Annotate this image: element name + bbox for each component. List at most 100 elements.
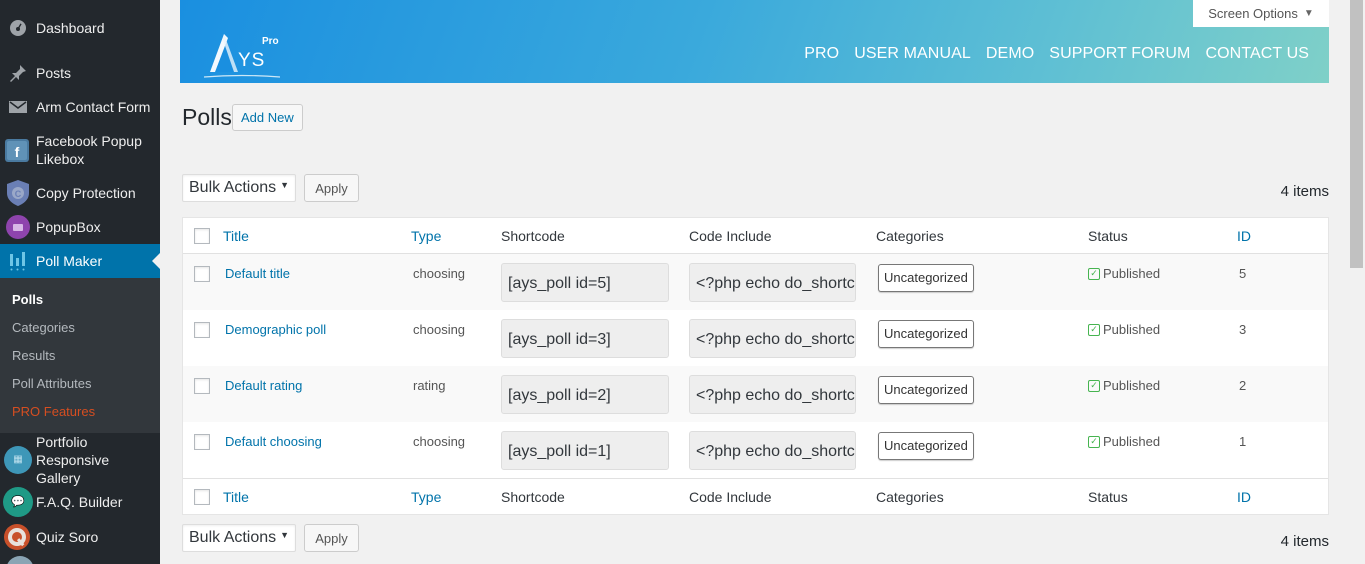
- code-include-field[interactable]: <?php echo do_shortcode('[ays_poll id=5]…: [689, 263, 856, 302]
- banner-nav: PRO USER MANUAL DEMO SUPPORT FORUM CONTA…: [804, 45, 1309, 63]
- sidebar-item-label: Dashboard: [36, 20, 105, 36]
- nav-contact-us[interactable]: CONTACT US: [1205, 45, 1309, 63]
- admin-sidebar: Dashboard Posts Arm Contact Form f Faceb…: [0, 0, 160, 564]
- nav-demo[interactable]: DEMO: [986, 45, 1034, 63]
- gallery-icon: ▦: [4, 446, 32, 474]
- facebook-cube-icon: f: [3, 136, 31, 164]
- caret-down-icon: ▼: [280, 530, 289, 540]
- poll-title-link[interactable]: Default title: [225, 266, 290, 281]
- sidebar-item-facebook-popup-likebox[interactable]: f Facebook Popup Likebox: [0, 132, 160, 168]
- poll-title-link[interactable]: Demographic poll: [225, 322, 326, 337]
- add-new-button[interactable]: Add New: [232, 104, 303, 131]
- sidebar-item-label: Quiz Soro: [36, 529, 99, 545]
- table-row: Demographic poll choosing [ays_poll id=3…: [183, 310, 1328, 366]
- sidebar-item-portfolio-gallery[interactable]: ▦ Portfolio Responsive Gallery: [0, 434, 160, 486]
- status-text: Published: [1103, 434, 1161, 449]
- logo-pro-badge: Pro: [262, 36, 279, 47]
- poll-type: choosing: [413, 322, 466, 337]
- checkbox-checked-icon: ✓: [1088, 435, 1100, 448]
- poll-title-link[interactable]: Default choosing: [225, 434, 322, 449]
- sidebar-item-posts[interactable]: Posts: [0, 63, 160, 83]
- popup-icon: [6, 215, 30, 239]
- status-text: Published: [1103, 322, 1161, 337]
- sidebar-item-label: F.A.Q. Builder: [36, 494, 123, 510]
- category-button[interactable]: Uncategorized: [878, 376, 974, 404]
- status-badge: ✓ Published: [1088, 322, 1160, 337]
- row-checkbox[interactable]: [194, 266, 210, 282]
- quiz-icon: [3, 523, 31, 551]
- sidebar-item-poll-maker[interactable]: Poll Maker: [0, 244, 160, 278]
- page-scrollbar[interactable]: [1348, 0, 1365, 564]
- items-count: 4 items: [1280, 183, 1329, 200]
- shortcode-field[interactable]: [ays_poll id=3]: [501, 319, 669, 358]
- submenu-poll-attributes[interactable]: Poll Attributes: [12, 376, 92, 391]
- status-badge: ✓ Published: [1088, 266, 1160, 281]
- column-id[interactable]: ID: [1237, 489, 1251, 505]
- code-include-field[interactable]: <?php echo do_shortcode('[ays_poll id=2]…: [689, 375, 856, 414]
- shortcode-field[interactable]: [ays_poll id=1]: [501, 431, 669, 470]
- polls-table: Title Type Shortcode Code Include Catego…: [182, 217, 1329, 515]
- nav-user-manual[interactable]: USER MANUAL: [854, 45, 971, 63]
- bulk-actions-bottom: Bulk Actions ▼ Apply: [182, 524, 359, 552]
- sidebar-item-dashboard[interactable]: Dashboard: [0, 18, 160, 38]
- ays-logo[interactable]: YS Pro: [202, 28, 282, 80]
- page-title: Polls: [182, 104, 232, 130]
- svg-text:f: f: [15, 144, 20, 160]
- sidebar-item-arm-contact-form[interactable]: Arm Contact Form: [0, 97, 160, 117]
- shortcode-field[interactable]: [ays_poll id=5]: [501, 263, 669, 302]
- column-code-include: Code Include: [689, 228, 772, 244]
- code-include-field[interactable]: <?php echo do_shortcode('[ays_poll id=3]…: [689, 319, 856, 358]
- row-checkbox[interactable]: [194, 434, 210, 450]
- sidebar-item-label: Facebook Popup Likebox: [36, 133, 142, 167]
- code-include-field[interactable]: <?php echo do_shortcode('[ays_poll id=1]…: [689, 431, 856, 470]
- poll-title-link[interactable]: Default rating: [225, 378, 302, 393]
- shortcode-field[interactable]: [ays_poll id=2]: [501, 375, 669, 414]
- bulk-actions-top: Bulk Actions ▼ Apply: [182, 174, 359, 202]
- submenu-categories[interactable]: Categories: [12, 320, 75, 335]
- bulk-actions-select[interactable]: Bulk Actions ▼: [182, 174, 296, 202]
- column-id[interactable]: ID: [1237, 228, 1251, 244]
- submenu-polls[interactable]: Polls: [12, 292, 43, 307]
- nav-pro[interactable]: PRO: [804, 45, 839, 63]
- apply-button[interactable]: Apply: [304, 174, 359, 202]
- bulk-actions-value: Bulk Actions: [189, 179, 277, 196]
- apply-button[interactable]: Apply: [304, 524, 359, 552]
- row-checkbox[interactable]: [194, 322, 210, 338]
- chevron-down-icon: ▼: [1303, 8, 1314, 19]
- dashboard-icon: [6, 16, 30, 40]
- envelope-icon: [6, 95, 30, 119]
- active-indicator: [152, 253, 160, 269]
- pin-icon: [6, 61, 30, 85]
- category-button[interactable]: Uncategorized: [878, 432, 974, 460]
- submenu-pro-features[interactable]: PRO Features: [12, 404, 95, 419]
- poll-id: 5: [1239, 266, 1247, 281]
- sidebar-item-label: Portfolio Responsive Gallery: [36, 434, 110, 486]
- row-checkbox[interactable]: [194, 378, 210, 394]
- scrollbar-thumb[interactable]: [1350, 0, 1363, 268]
- poll-id: 3: [1239, 322, 1247, 337]
- status-badge: ✓ Published: [1088, 434, 1160, 449]
- sidebar-item-faq-builder[interactable]: 💬 F.A.Q. Builder: [0, 487, 160, 517]
- nav-support-forum[interactable]: SUPPORT FORUM: [1049, 45, 1190, 63]
- column-type[interactable]: Type: [411, 228, 441, 244]
- poll-type: choosing: [413, 266, 466, 281]
- bulk-actions-select[interactable]: Bulk Actions ▼: [182, 524, 296, 552]
- sidebar-item-label: Poll Maker: [36, 253, 103, 269]
- submenu-results[interactable]: Results: [12, 348, 55, 363]
- sidebar-item-copy-protection[interactable]: C Copy Protection: [0, 179, 160, 207]
- column-title[interactable]: Title: [223, 228, 249, 244]
- category-button[interactable]: Uncategorized: [878, 264, 974, 292]
- sidebar-item-quiz-soro[interactable]: Quiz Soro: [0, 523, 160, 551]
- sidebar-item-popupbox[interactable]: PopupBox: [0, 214, 160, 240]
- table-row: Default title choosing [ays_poll id=5] <…: [183, 254, 1328, 310]
- sidebar-item-label: PopupBox: [36, 219, 101, 235]
- plugin-banner: YS Pro PRO USER MANUAL DEMO SUPPORT FORU…: [180, 0, 1329, 83]
- select-all-checkbox[interactable]: [194, 489, 210, 505]
- screen-options-button[interactable]: Screen Options ▼: [1193, 0, 1329, 27]
- column-type[interactable]: Type: [411, 489, 441, 505]
- column-title[interactable]: Title: [223, 489, 249, 505]
- status-badge: ✓ Published: [1088, 378, 1160, 393]
- select-all-checkbox[interactable]: [194, 228, 210, 244]
- items-count: 4 items: [1280, 533, 1329, 550]
- category-button[interactable]: Uncategorized: [878, 320, 974, 348]
